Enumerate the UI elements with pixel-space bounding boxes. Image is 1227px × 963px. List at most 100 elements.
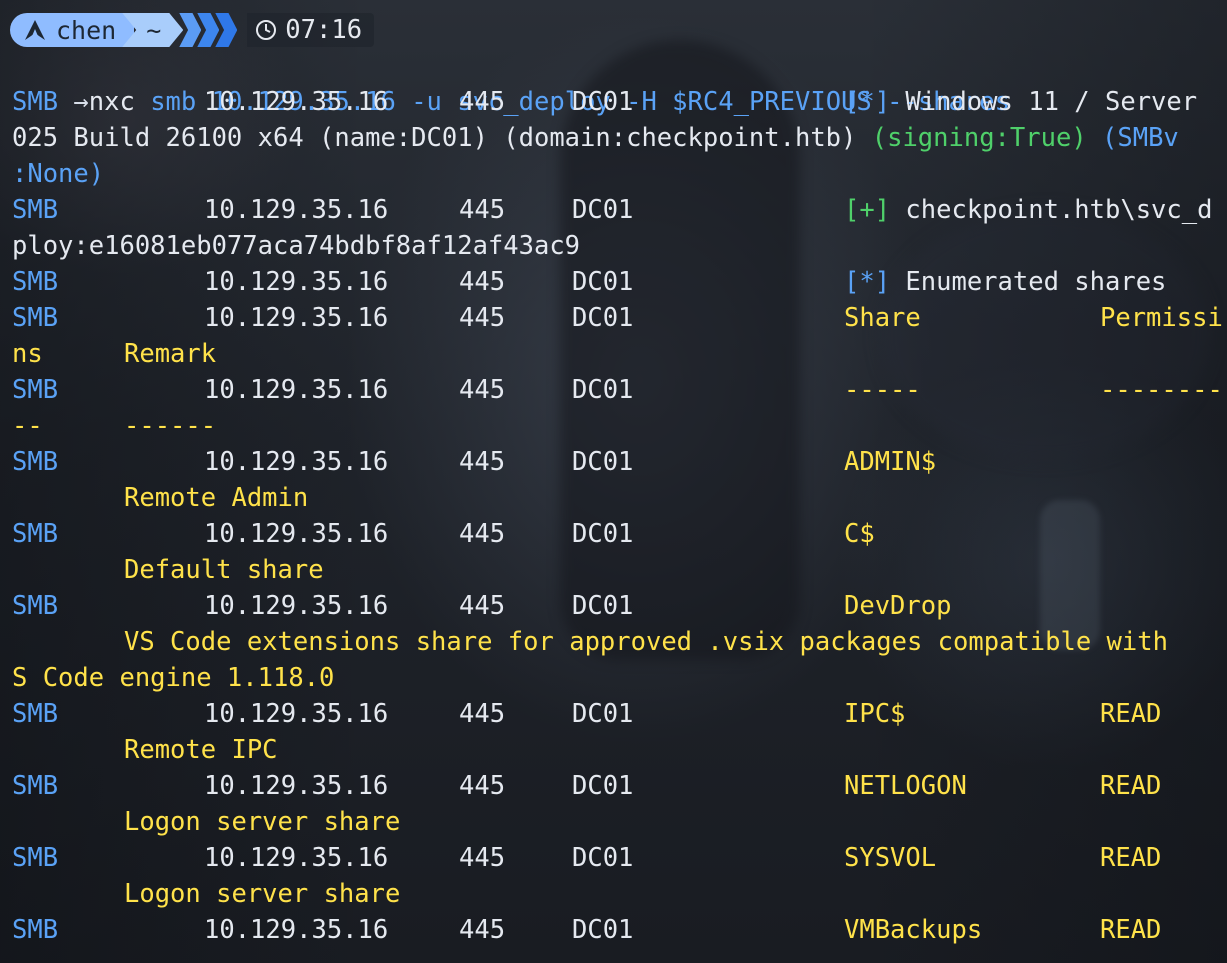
proto-cell: SMB [12,303,59,333]
output-line-enum: SMB 10.129.35.16 445 DC01 [*] Enumerated sha… [12,264,1227,300]
host-cell: DC01 [572,591,634,621]
share-remark: Default share [124,555,324,585]
arch-logo-icon [24,19,46,41]
signing-flag: (signing:True) [871,123,1087,153]
share-remark-line: Logon server share [12,876,1227,912]
share-remark: Remote IPC [124,735,278,765]
proto-cell: SMB [12,267,59,297]
host-cell: DC01 [572,303,634,333]
share-name: DevDrop [844,591,952,621]
port-cell: 445 [459,843,506,873]
auth-text: checkpoint.htb\svc_d [890,195,1213,225]
banner-text: 025 Build 26100 x64 (name:DC01) (domain:… [12,123,872,153]
output-line-banner: SMB 10.129.35.16 445 DC01 [*] Windows 11 / S… [12,84,1227,120]
output-text: [+] checkpoint.htb\svc_d [844,192,1212,228]
proto-cell: SMB [12,843,59,873]
output-line-banner-wrap: :None) [12,156,1227,192]
proto-cell: SMB [12,915,59,945]
host-cell: DC01 [572,87,634,117]
share-remark-line: Default share [12,552,1227,588]
output-line-auth-wrap: ploy:e16081eb077aca74bdbf8af12af43ac9 [12,228,1227,264]
ip-cell: 10.129.35.16 [204,519,389,549]
share-name: NETLOGON [844,771,967,801]
host-cell: DC01 [572,375,634,405]
ip-cell: 10.129.35.16 [204,843,389,873]
output-line-separator-wrap: -- ------ [12,408,1227,444]
port-cell: 445 [459,87,506,117]
share-row: SMB 10.129.35.16 445 DC01 DevDrop [12,588,1227,624]
ip-cell: 10.129.35.16 [204,303,389,333]
share-name: ADMIN$ [844,447,937,477]
ip-cell: 10.129.35.16 [204,87,389,117]
share-remark-line: Remote Admin [12,480,1227,516]
share-row: SMB 10.129.35.16 445 DC01 NETLOGON READ [12,768,1227,804]
share-row: SMB 10.129.35.16 445 DC01 ADMIN$ [12,444,1227,480]
share-name: IPC$ [844,699,906,729]
port-cell: 445 [459,771,506,801]
output-text: ploy:e16081eb077aca74bdbf8af12af43ac9 [12,228,580,264]
separator-permissions: --------- [1100,375,1227,405]
share-remark-line: Logon server share [12,804,1227,840]
share-remark-line: S Code engine 1.118.0 [12,660,1227,696]
output-line-separator: SMB 10.129.35.16 445 DC01 ----- --------- [12,372,1227,408]
prompt-user-segment: chen [10,13,135,47]
prompt-time-segment: 07:16 [247,13,375,47]
share-remark: VS Code extensions share for approved .v… [124,627,1168,657]
share-remark-line: Remote IPC [12,732,1227,768]
header-permissions: ns [12,339,43,369]
separator-remark: ------ [124,411,217,441]
clock-icon [255,19,277,41]
share-row: SMB 10.129.35.16 445 DC01 IPC$ READ [12,696,1227,732]
info-tag: [*] [844,87,891,117]
proto-cell: SMB [12,591,59,621]
share-name: C$ [844,519,875,549]
prompt-time: 07:16 [285,15,363,45]
share-remark: Logon server share [124,807,401,837]
output-line-header: SMB 10.129.35.16 445 DC01 Share Permissi [12,300,1227,336]
proto-cell: SMB [12,195,59,225]
proto-cell: SMB [12,87,59,117]
share-row: SMB 10.129.35.16 445 DC01 SYSVOL READ [12,840,1227,876]
enum-text: Enumerated shares [890,267,1167,297]
header-share: Share [844,303,921,333]
share-permission: READ [1100,915,1162,945]
port-cell: 445 [459,591,506,621]
output-text: :None) [12,156,104,192]
port-cell: 445 [459,195,506,225]
proto-cell: SMB [12,447,59,477]
port-cell: 445 [459,375,506,405]
ip-cell: 10.129.35.16 [204,915,389,945]
proto-cell: SMB [12,699,59,729]
header-remark: Remark [124,339,217,369]
output-line-banner-wrap: 025 Build 26100 x64 (name:DC01) (domain:… [12,120,1227,156]
output-text: [*] Enumerated shares [844,264,1166,300]
host-cell: DC01 [572,195,634,225]
success-tag: [+] [844,195,891,225]
header-permissions: Permissi [1100,303,1223,333]
host-cell: DC01 [572,843,634,873]
share-row: SMB 10.129.35.16 445 DC01 VMBackups READ [12,912,1227,948]
share-name: SYSVOL [844,843,937,873]
output-text: 025 Build 26100 x64 (name:DC01) (domain:… [12,120,1179,156]
port-cell: 445 [459,519,506,549]
share-remark: S Code engine 1.118.0 [12,663,335,693]
share-permission: READ [1100,771,1162,801]
ip-cell: 10.129.35.16 [204,447,389,477]
proto-cell: SMB [12,519,59,549]
prompt-user: chen [56,15,117,45]
share-permission: READ [1100,699,1162,729]
terminal-window[interactable]: chen ~ 07:16 →nxc smb 10.129.35.16 -u sv… [0,0,1227,963]
separator-share: ----- [844,375,921,405]
port-cell: 445 [459,915,506,945]
share-permission: READ [1100,843,1162,873]
port-cell: 445 [459,447,506,477]
ip-cell: 10.129.35.16 [204,771,389,801]
command-line[interactable]: →nxc smb 10.129.35.16 -u svc_deploy -H $… [12,48,1010,117]
share-row: SMB 10.129.35.16 445 DC01 C$ [12,516,1227,552]
ip-cell: 10.129.35.16 [204,375,389,405]
ip-cell: 10.129.35.16 [204,195,389,225]
host-cell: DC01 [572,519,634,549]
prompt-dir: ~ [146,15,162,45]
output-line-auth: SMB 10.129.35.16 445 DC01 [+] checkpoint.htb… [12,192,1227,228]
ip-cell: 10.129.35.16 [204,267,389,297]
